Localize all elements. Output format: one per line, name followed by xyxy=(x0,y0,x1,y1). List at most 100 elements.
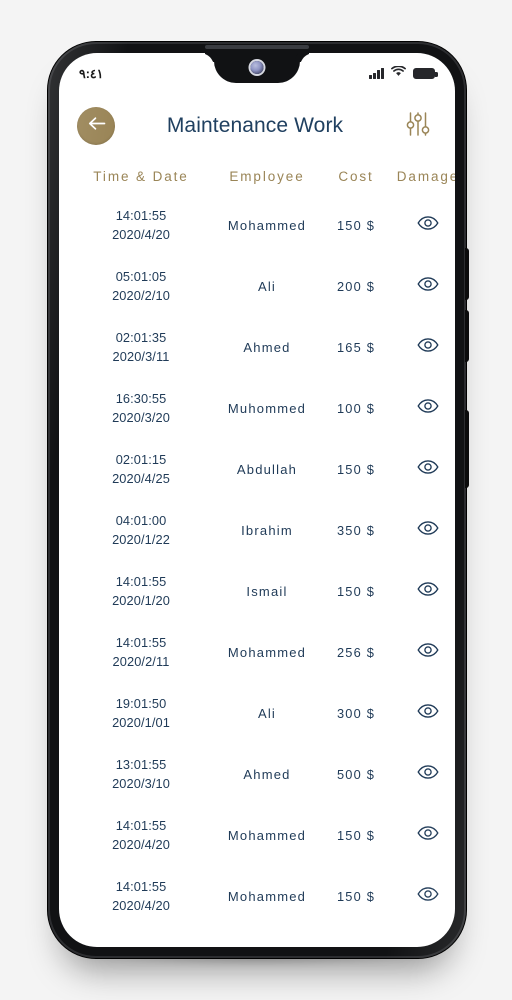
cell-date: 2020/4/20 xyxy=(112,226,170,242)
cell-time-date: 16:30:55 2020/3/20 xyxy=(71,390,211,426)
cell-employee: Mohammed xyxy=(227,218,307,233)
cell-time: 16:30:55 xyxy=(115,391,167,407)
table-row[interactable]: 02:01:15 2020/4/25 Abdullah 150 $ xyxy=(59,439,455,500)
volume-up-button[interactable] xyxy=(465,248,469,300)
cell-employee: Muhommed xyxy=(227,401,307,416)
front-camera-icon xyxy=(250,61,264,74)
cell-time-date: 04:01:00 2020/1/22 xyxy=(71,512,211,548)
cell-employee: Mohammed xyxy=(227,889,307,904)
cell-employee: Ahmed xyxy=(243,340,291,355)
eye-icon[interactable] xyxy=(417,582,439,596)
cell-time-date: 14:01:55 2020/1/20 xyxy=(71,573,211,609)
cell-cost: 256 $ xyxy=(336,645,376,660)
filter-sliders-icon xyxy=(406,111,430,142)
cell-time: 02:01:15 xyxy=(115,452,167,468)
cell-damage xyxy=(389,216,455,235)
cell-employee: Ibrahim xyxy=(241,523,293,538)
cell-date: 2020/3/10 xyxy=(112,775,170,791)
table-row[interactable]: 14:01:55 2020/2/11 Mohammed 256 $ xyxy=(59,622,455,683)
table-row[interactable]: 02:01:35 2020/3/11 Ahmed 165 $ xyxy=(59,317,455,378)
cell-cost: 150 $ xyxy=(336,889,376,904)
cell-date: 2020/2/10 xyxy=(112,287,170,303)
column-header-time-date: Time & Date xyxy=(93,168,189,184)
cell-employee: Ali xyxy=(257,279,277,294)
status-bar-clock: ٩:٤١ xyxy=(79,66,104,81)
cell-damage xyxy=(389,643,455,662)
cell-time: 14:01:55 xyxy=(115,208,167,224)
cell-damage xyxy=(389,826,455,845)
column-header-cost: Cost xyxy=(338,168,374,184)
cell-cost: 150 $ xyxy=(336,584,376,599)
cell-time: 13:01:55 xyxy=(115,757,167,773)
cell-cost: 150 $ xyxy=(336,218,376,233)
cell-time-date: 02:01:15 2020/4/25 xyxy=(71,451,211,487)
cell-damage xyxy=(389,399,455,418)
arrow-left-icon xyxy=(87,116,106,136)
cell-time: 02:01:35 xyxy=(115,330,167,346)
eye-icon[interactable] xyxy=(417,643,439,657)
table-row[interactable]: 14:01:55 2020/1/20 Ismail 150 $ xyxy=(59,561,455,622)
table-row[interactable]: 13:01:55 2020/3/10 Ahmed 500 $ xyxy=(59,744,455,805)
table-row[interactable]: 14:01:55 2020/4/20 Mohammed 150 $ xyxy=(59,195,455,256)
table-row[interactable]: 16:30:55 2020/3/20 Muhommed 100 $ xyxy=(59,378,455,439)
cell-cost: 100 $ xyxy=(336,401,376,416)
eye-icon[interactable] xyxy=(417,887,439,901)
eye-icon[interactable] xyxy=(417,277,439,291)
cell-damage xyxy=(389,704,455,723)
cell-time: 04:01:00 xyxy=(115,513,167,529)
cell-damage xyxy=(389,277,455,296)
cell-time: 14:01:55 xyxy=(115,574,167,590)
maintenance-work-table[interactable]: 14:01:55 2020/4/20 Mohammed 150 $ 05:01:05 20… xyxy=(59,195,455,947)
eye-icon[interactable] xyxy=(417,826,439,840)
cell-time-date: 14:01:55 2020/4/20 xyxy=(71,878,211,914)
eye-icon[interactable] xyxy=(417,338,439,352)
cell-employee: Ismail xyxy=(246,584,288,599)
cell-damage xyxy=(389,338,455,357)
cell-cost: 350 $ xyxy=(336,523,376,538)
cell-time: 14:01:55 xyxy=(115,818,167,834)
cell-employee: Abdullah xyxy=(236,462,298,477)
cell-cost: 200 $ xyxy=(336,279,376,294)
table-row[interactable]: 14:01:55 2020/4/20 Mohammed 150 $ xyxy=(59,866,455,927)
table-row[interactable]: 04:01:00 2020/1/22 Ibrahim 350 $ xyxy=(59,500,455,561)
cell-damage xyxy=(389,887,455,906)
waterdrop-notch xyxy=(214,53,300,83)
back-button[interactable] xyxy=(77,107,115,145)
cell-time-date: 02:01:35 2020/3/11 xyxy=(71,329,211,365)
signal-bars-icon xyxy=(369,67,384,79)
cell-time-date: 13:01:55 2020/3/10 xyxy=(71,756,211,792)
eye-icon[interactable] xyxy=(417,216,439,230)
cell-time-date: 05:01:05 2020/2/10 xyxy=(71,268,211,304)
cell-date: 2020/4/20 xyxy=(112,897,170,913)
cell-damage xyxy=(389,582,455,601)
eye-icon[interactable] xyxy=(417,521,439,535)
page-title: Maintenance Work xyxy=(166,114,344,137)
eye-icon[interactable] xyxy=(417,460,439,474)
table-row[interactable]: 14:01:55 2020/4/20 Mohammed 150 $ xyxy=(59,805,455,866)
cell-time-date: 14:01:55 2020/4/20 xyxy=(71,817,211,853)
table-row[interactable]: 19:01:50 2020/1/01 Ali 300 $ xyxy=(59,683,455,744)
cell-time: 05:01:05 xyxy=(115,269,167,285)
status-bar-icons xyxy=(369,64,438,82)
filter-button[interactable] xyxy=(399,107,437,145)
table-row[interactable]: 05:01:05 2020/2/10 Ali 200 $ xyxy=(59,256,455,317)
eye-icon[interactable] xyxy=(417,399,439,413)
cell-date: 2020/1/20 xyxy=(112,592,170,608)
eye-icon[interactable] xyxy=(417,765,439,779)
app-bar: Maintenance Work xyxy=(59,97,455,155)
cell-damage xyxy=(389,521,455,540)
volume-down-button[interactable] xyxy=(465,310,469,362)
column-header-damage: Damage xyxy=(396,168,455,184)
cell-damage xyxy=(389,765,455,784)
eye-icon[interactable] xyxy=(417,704,439,718)
power-button[interactable] xyxy=(465,410,469,488)
cell-time-date: 14:01:55 2020/2/11 xyxy=(71,634,211,670)
cell-cost: 300 $ xyxy=(336,706,376,721)
cell-time: 14:01:55 xyxy=(115,879,167,895)
cell-cost: 165 $ xyxy=(336,340,376,355)
table-column-headers: Time & Date Employee Cost Damage xyxy=(59,157,455,195)
cell-employee: Ahmed xyxy=(243,767,291,782)
cell-date: 2020/4/20 xyxy=(112,836,170,852)
cell-cost: 150 $ xyxy=(336,462,376,477)
phone-screen: ٩:٤١ Maintenance Work Time & Date Employ… xyxy=(59,53,455,947)
